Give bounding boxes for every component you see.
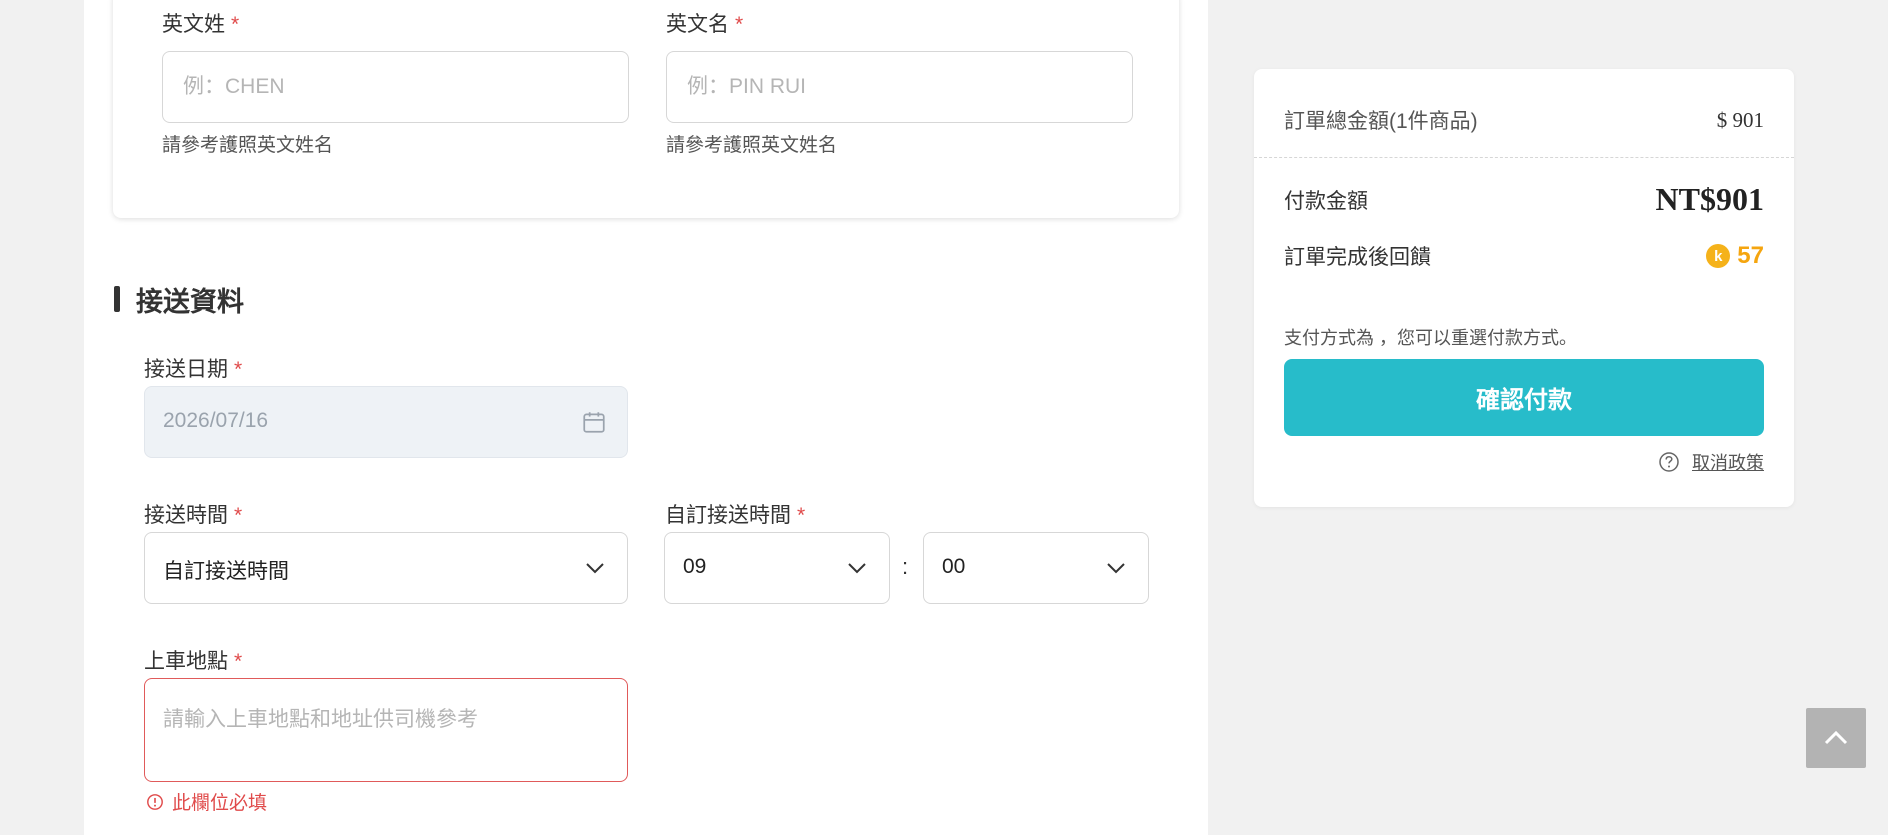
question-circle-icon <box>1659 452 1679 472</box>
reward-row: 訂單完成後回饋 k 57 <box>1284 241 1764 271</box>
order-total-value: $ 901 <box>1716 107 1764 132</box>
dashed-divider <box>1254 157 1794 158</box>
payment-method-note: 支付方式為 ，您可以重選付款方式。 <box>1284 328 1577 348</box>
payment-amount-label: 付款金額 <box>1284 189 1368 213</box>
chevron-up-icon <box>1824 730 1848 745</box>
passenger-name-card: 英文姓* 請參考護照英文姓名 英文名* 請參考護照英文姓名 <box>113 0 1179 218</box>
custom-time-label: 自訂接送時間 * <box>665 504 806 527</box>
order-summary-panel: 訂單總金額(1件商品) $ 901 付款金額 NT$901 訂單完成後回饋 k … <box>1254 69 1794 507</box>
order-total-label: 訂單總金額(1件商品) <box>1284 110 1478 133</box>
pickup-date-field[interactable]: 2026/07/16 <box>144 386 628 458</box>
first-name-field[interactable] <box>666 51 1133 123</box>
chevron-down-icon <box>848 563 866 574</box>
pickup-location-placeholder: 請輸入上車地點和地址供司機參考 <box>163 708 478 731</box>
payment-amount-row: 付款金額 NT$901 <box>1284 181 1764 218</box>
pickup-location-label: 上車地點 * <box>144 650 243 673</box>
last-name-hint: 請參考護照英文姓名 <box>162 135 334 156</box>
confirm-payment-button[interactable]: 確認付款 <box>1284 359 1764 436</box>
last-name-label: 英文姓 * <box>162 13 240 36</box>
section-title-bar <box>114 286 120 312</box>
cancel-policy-link[interactable]: 取消政策 <box>1692 449 1764 475</box>
minute-value: 00 <box>942 555 966 578</box>
pickup-time-label: 接送時間 * <box>144 504 243 527</box>
reward-label: 訂單完成後回饋 <box>1284 246 1431 269</box>
error-circle-icon <box>147 793 163 810</box>
reward-amount: k 57 <box>1706 242 1764 270</box>
checkout-form-column: 英文姓* 請參考護照英文姓名 英文名* 請參考護照英文姓名 接送資料 接送日期*… <box>84 0 1208 835</box>
pickup-time-select[interactable]: 自訂接送時間 <box>144 532 628 604</box>
time-separator: : <box>902 554 909 579</box>
error-text: 此欄位必填 <box>172 793 268 814</box>
pickup-time-value: 自訂接送時間 <box>163 560 289 583</box>
pickup-date-value: 2026/07/16 <box>163 409 269 432</box>
chevron-down-icon <box>586 563 604 574</box>
pickup-section-title: 接送資料 <box>114 282 244 317</box>
section-title-text: 接送資料 <box>136 286 244 317</box>
coin-icon: k <box>1706 244 1731 268</box>
reward-value: 57 <box>1737 242 1764 269</box>
pickup-location-textarea[interactable]: 請輸入上車地點和地址供司機參考 <box>144 678 628 782</box>
first-name-input[interactable] <box>667 52 1132 122</box>
pickup-date-label: 接送日期 * <box>144 358 243 381</box>
scroll-to-top-button[interactable] <box>1806 708 1866 768</box>
location-error-message: 此欄位必填 <box>146 788 267 815</box>
order-total-row: 訂單總金額(1件商品) $ 901 <box>1284 105 1764 135</box>
last-name-input[interactable] <box>163 52 628 122</box>
payment-amount-value: NT$901 <box>1655 181 1764 217</box>
hour-value: 09 <box>683 555 707 578</box>
last-name-field[interactable] <box>162 51 629 123</box>
cancel-policy: 取消政策 <box>1658 449 1764 475</box>
calendar-icon[interactable] <box>581 409 607 435</box>
hour-select[interactable]: 09 <box>664 532 890 604</box>
minute-select[interactable]: 00 <box>923 532 1149 604</box>
first-name-hint: 請參考護照英文姓名 <box>666 135 838 156</box>
chevron-down-icon <box>1107 563 1125 574</box>
first-name-label: 英文名 * <box>666 13 744 36</box>
